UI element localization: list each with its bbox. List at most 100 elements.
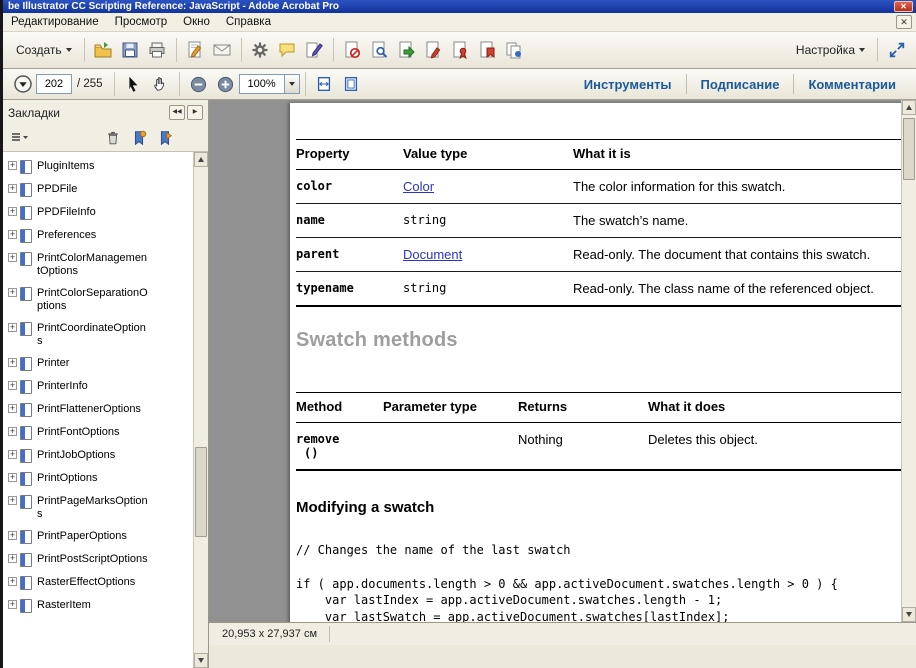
- expand-plus-icon[interactable]: [8, 577, 17, 586]
- bookmark-item[interactable]: PluginItems: [6, 156, 208, 179]
- scrollbar-thumb[interactable]: [195, 447, 207, 537]
- tab-sign[interactable]: Подписание: [687, 77, 794, 92]
- triangle-down-icon: [906, 612, 912, 617]
- bookmark-goto-button[interactable]: [156, 129, 174, 147]
- property-name: name: [296, 204, 403, 238]
- bookmark-item[interactable]: PPDFile: [6, 179, 208, 202]
- fullscreen-button[interactable]: [883, 37, 910, 63]
- forms-button[interactable]: [420, 37, 447, 63]
- customize-button[interactable]: Настройка: [789, 40, 872, 60]
- expand-plus-icon[interactable]: [8, 473, 17, 482]
- protect-button[interactable]: [366, 37, 393, 63]
- expand-plus-icon[interactable]: [8, 450, 17, 459]
- bookmark-item[interactable]: PrintFontOptions: [6, 422, 208, 445]
- bookmark-item[interactable]: RasterItem: [6, 595, 208, 618]
- zoom-dropdown-button[interactable]: [285, 74, 300, 94]
- email-button[interactable]: [209, 37, 236, 63]
- zoom-level-input[interactable]: [239, 74, 285, 94]
- expand-plus-icon[interactable]: [8, 496, 17, 505]
- bookmark-item[interactable]: PrintFlattenerOptions: [6, 399, 208, 422]
- expand-plus-icon[interactable]: [8, 184, 17, 193]
- bookmark-label: PluginItems: [34, 160, 150, 173]
- sign-button[interactable]: [301, 37, 328, 63]
- expand-plus-icon[interactable]: [8, 253, 17, 262]
- scroll-up-button[interactable]: [902, 100, 916, 115]
- toolbar-separator: [176, 38, 177, 62]
- expand-plus-icon[interactable]: [8, 288, 17, 297]
- bookmark-item[interactable]: PPDFileInfo: [6, 202, 208, 225]
- tab-tools[interactable]: Инструменты: [570, 77, 686, 92]
- open-folder-icon: [93, 40, 113, 60]
- bookmark-item[interactable]: RasterEffectOptions: [6, 572, 208, 595]
- expand-panel-button[interactable]: ▶: [187, 105, 203, 120]
- save-button[interactable]: [117, 37, 144, 63]
- bookmark-tool-button[interactable]: [474, 37, 501, 63]
- print-button[interactable]: [144, 37, 171, 63]
- bookmark-item[interactable]: PrintPostScriptOptions: [6, 549, 208, 572]
- type-link[interactable]: Document: [403, 247, 462, 262]
- scroll-down-button[interactable]: [902, 607, 916, 622]
- expand-plus-icon[interactable]: [8, 381, 17, 390]
- new-bookmark-button[interactable]: [130, 129, 148, 147]
- type-link[interactable]: Color: [403, 179, 434, 194]
- scroll-down-button[interactable]: [194, 653, 208, 668]
- bookmark-item[interactable]: PrintColorSeparationOptions: [6, 283, 208, 318]
- menu-edit[interactable]: Редактирование: [3, 14, 107, 30]
- bookmark-item[interactable]: PrintPaperOptions: [6, 526, 208, 549]
- bookmark-item[interactable]: PrintCoordinateOptions: [6, 318, 208, 353]
- expand-plus-icon[interactable]: [8, 358, 17, 367]
- document-view[interactable]: Property Value type What it is color Col…: [209, 100, 916, 622]
- menu-help[interactable]: Справка: [218, 14, 279, 30]
- expand-plus-icon[interactable]: [8, 554, 17, 563]
- redact-button[interactable]: [339, 37, 366, 63]
- expand-plus-icon[interactable]: [8, 531, 17, 540]
- bookmark-item[interactable]: Printer: [6, 353, 208, 376]
- actions-button[interactable]: [501, 37, 528, 63]
- menu-window[interactable]: Окно: [175, 14, 218, 30]
- bookmark-item[interactable]: PrintPageMarksOptions: [6, 491, 208, 526]
- expand-plus-icon[interactable]: [8, 600, 17, 609]
- menu-view[interactable]: Просмотр: [107, 14, 176, 30]
- bookmark-icon: [20, 495, 32, 509]
- fit-page-button[interactable]: [338, 71, 365, 97]
- bookmark-item[interactable]: Preferences: [6, 225, 208, 248]
- page-number-input[interactable]: [36, 74, 72, 94]
- expand-plus-icon[interactable]: [8, 323, 17, 332]
- expand-plus-icon[interactable]: [8, 207, 17, 216]
- scroll-up-button[interactable]: [194, 152, 208, 167]
- window-close-button[interactable]: ✕: [894, 1, 913, 12]
- settings-button[interactable]: [247, 37, 274, 63]
- fit-width-button[interactable]: [311, 71, 338, 97]
- bookmark-icon: [20, 287, 32, 301]
- select-tool-button[interactable]: [120, 71, 147, 97]
- scrollbar-thumb[interactable]: [903, 118, 915, 180]
- document-scrollbar[interactable]: [901, 100, 916, 622]
- collapse-panel-button[interactable]: ◀◀: [169, 105, 185, 120]
- bookmark-icon: [20, 380, 32, 394]
- document-close-button[interactable]: ✕: [896, 15, 912, 29]
- expand-plus-icon[interactable]: [8, 404, 17, 413]
- bookmark-item[interactable]: PrintColorManagementOptions: [6, 248, 208, 283]
- next-page-button[interactable]: [9, 71, 36, 97]
- bookmark-options-button[interactable]: [10, 130, 30, 146]
- edit-button[interactable]: [182, 37, 209, 63]
- comment-button[interactable]: [274, 37, 301, 63]
- bookmark-item[interactable]: PrinterInfo: [6, 376, 208, 399]
- expand-plus-icon[interactable]: [8, 230, 17, 239]
- zoom-in-button[interactable]: [212, 71, 239, 97]
- expand-plus-icon[interactable]: [8, 161, 17, 170]
- bookmark-item[interactable]: PrintJobOptions: [6, 445, 208, 468]
- zoom-out-button[interactable]: [185, 71, 212, 97]
- bookmark-item[interactable]: PrintOptions: [6, 468, 208, 491]
- speech-bubble-icon: [277, 40, 297, 60]
- certify-button[interactable]: [447, 37, 474, 63]
- delete-bookmark-button[interactable]: [104, 129, 122, 147]
- bookmarks-scrollbar[interactable]: [193, 152, 208, 668]
- tab-comments[interactable]: Комментарии: [794, 77, 910, 92]
- expand-plus-icon[interactable]: [8, 427, 17, 436]
- toolbar-separator: [333, 38, 334, 62]
- create-button[interactable]: Создать: [9, 40, 79, 60]
- export-button[interactable]: [393, 37, 420, 63]
- hand-tool-button[interactable]: [147, 71, 174, 97]
- open-button[interactable]: [90, 37, 117, 63]
